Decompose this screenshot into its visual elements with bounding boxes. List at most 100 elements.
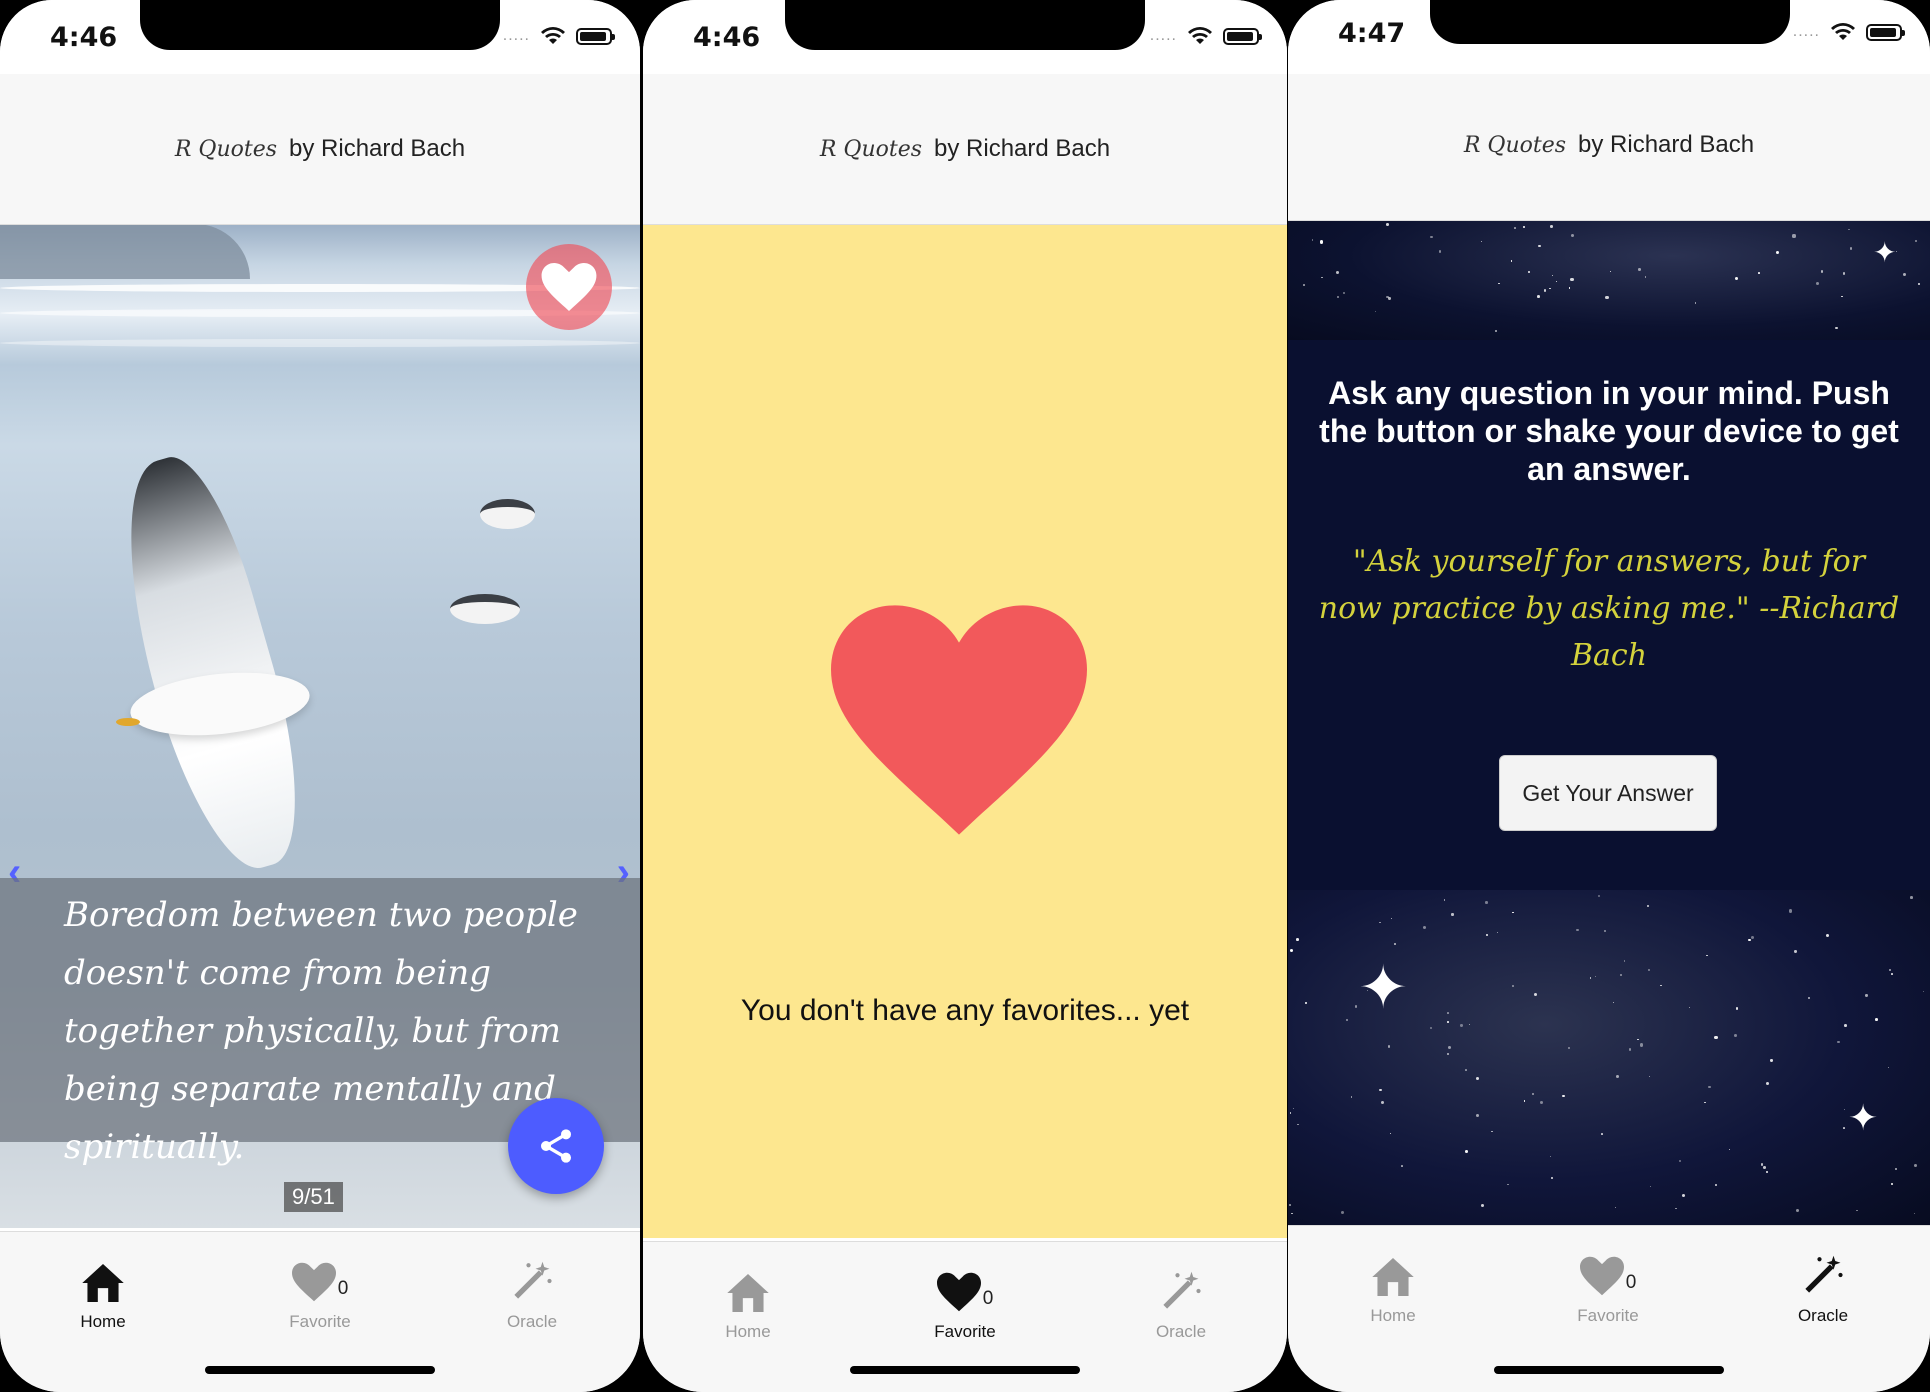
- star: [1289, 1203, 1291, 1206]
- tab-oracle[interactable]: Oracle: [1743, 1246, 1903, 1326]
- starfield-bottom: [1288, 890, 1930, 1226]
- quote-counter: 9/51: [284, 1182, 343, 1212]
- get-answer-button[interactable]: Get Your Answer: [1499, 755, 1717, 831]
- tab-home[interactable]: Home: [668, 1262, 828, 1342]
- star: [1522, 225, 1525, 229]
- empty-favorites-message: You don't have any favorites... yet: [740, 994, 1190, 1027]
- tab-home-label: Home: [80, 1312, 126, 1331]
- status-time: 4:46: [50, 22, 118, 53]
- star: [1496, 931, 1498, 933]
- star: [1512, 984, 1515, 987]
- star: [1430, 235, 1433, 238]
- starfield-top: [1288, 220, 1930, 340]
- favorites-empty-panel: You don't have any favorites... yet: [643, 224, 1287, 1238]
- favorite-count: 0: [982, 1288, 994, 1309]
- favorite-toggle-button[interactable]: [526, 244, 612, 330]
- star: [1388, 297, 1391, 300]
- favorite-count: 0: [337, 1278, 349, 1299]
- tab-oracle[interactable]: Oracle: [452, 1252, 612, 1332]
- tab-home[interactable]: Home: [1313, 1246, 1473, 1326]
- star: [1570, 277, 1574, 281]
- tab-home-label: Home: [725, 1322, 771, 1341]
- star: [1532, 1093, 1534, 1095]
- magic-wand-icon: [514, 1261, 552, 1299]
- star: [1319, 240, 1324, 244]
- tab-favorite[interactable]: 0 Favorite: [240, 1252, 400, 1332]
- star: [1660, 984, 1662, 987]
- wifi-icon: [541, 27, 565, 44]
- oracle-starfield-panel: ✦ ✦ ✦ Ask any question in your mind. Pus…: [1288, 220, 1930, 1226]
- star: [1888, 968, 1891, 971]
- notch: [1430, 0, 1790, 44]
- star: [1678, 1159, 1682, 1163]
- star: [1714, 1035, 1718, 1039]
- home-indicator: [205, 1366, 435, 1374]
- star: [1792, 234, 1796, 238]
- star: [1345, 1018, 1348, 1021]
- star: [1387, 1045, 1390, 1048]
- star: [1874, 1017, 1878, 1021]
- status-bar: 4:47 .....: [1288, 0, 1930, 74]
- star-flare: ✦: [1873, 237, 1897, 268]
- star: [1303, 283, 1306, 286]
- star: [1825, 933, 1829, 937]
- tab-favorite[interactable]: 0 Favorite: [1528, 1246, 1688, 1326]
- star: [1589, 977, 1591, 979]
- star: [1775, 251, 1779, 255]
- star: [1562, 1094, 1565, 1098]
- star: [1891, 973, 1893, 975]
- star: [1757, 271, 1760, 274]
- heart-icon: [291, 1262, 336, 1302]
- app-byline: by Richard Bach: [289, 135, 466, 162]
- star-flare: ✦: [1358, 954, 1409, 1021]
- wifi-icon: [1188, 27, 1212, 44]
- tab-bar: Home 0 Favorite Oracle: [0, 1231, 640, 1392]
- system-icons: .....: [1792, 22, 1905, 42]
- tab-favorite-label: Favorite: [934, 1322, 996, 1341]
- tab-oracle-label: Oracle: [506, 1312, 558, 1331]
- star: [1788, 909, 1793, 913]
- star: [1305, 1002, 1307, 1004]
- star: [1551, 274, 1553, 276]
- home-icon: [1372, 1258, 1414, 1296]
- status-time: 4:47: [1338, 18, 1406, 49]
- star: [1336, 295, 1339, 298]
- star: [1615, 1075, 1619, 1078]
- star: [1637, 1039, 1639, 1041]
- signal-icon: .....: [502, 27, 530, 44]
- star: [1600, 1133, 1603, 1135]
- star: [1494, 329, 1497, 332]
- star: [1649, 1185, 1651, 1187]
- quote-background-photo: ‹ › Boredom between two people doesn't c…: [0, 224, 640, 1228]
- signal-icon: .....: [1792, 23, 1820, 40]
- app-brand: R Quotes: [819, 136, 923, 162]
- tab-favorite[interactable]: 0 Favorite: [885, 1262, 1045, 1342]
- photo-wave: [0, 339, 640, 347]
- oracle-instructions: Ask any question in your mind. Push the …: [1319, 375, 1899, 487]
- heart-icon: [1579, 1256, 1624, 1296]
- star: [1386, 222, 1389, 226]
- heart-icon: [541, 263, 597, 311]
- app-byline: by Richard Bach: [1578, 131, 1755, 158]
- small-seagull: [450, 594, 520, 624]
- star: [1379, 921, 1381, 923]
- star: [1292, 1107, 1294, 1109]
- share-button[interactable]: [508, 1098, 604, 1194]
- star: [1447, 1046, 1451, 1050]
- star: [1637, 268, 1641, 271]
- star: [1460, 1024, 1463, 1027]
- wifi-icon: [1831, 23, 1855, 40]
- tab-home[interactable]: Home: [23, 1252, 183, 1332]
- tab-oracle[interactable]: Oracle: [1101, 1262, 1261, 1342]
- star: [1733, 1034, 1737, 1038]
- star: [1910, 896, 1913, 899]
- star: [1894, 1168, 1897, 1171]
- star: [1605, 296, 1609, 300]
- tab-home-label: Home: [1370, 1306, 1416, 1325]
- app-byline: by Richard Bach: [934, 135, 1111, 162]
- phone-oracle-screen: 4:47 ..... R Quotes by Richard Bach ✦ ✦ …: [1288, 0, 1930, 1392]
- tab-bar: Home 0 Favorite Oracle: [643, 1241, 1287, 1392]
- home-indicator: [1494, 1366, 1724, 1374]
- star: [1451, 913, 1454, 916]
- tab-oracle-label: Oracle: [1155, 1322, 1207, 1341]
